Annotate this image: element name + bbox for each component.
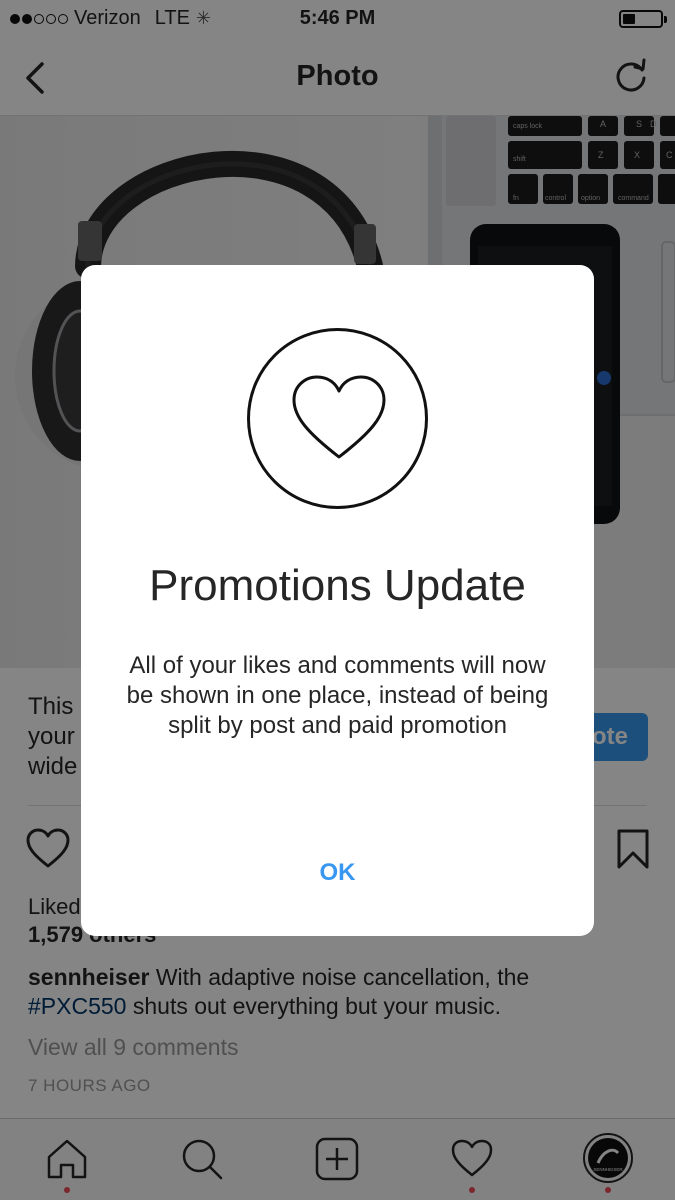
ok-button[interactable]: OK [81, 859, 594, 887]
heart-icon [292, 375, 386, 459]
promotions-update-dialog: Promotions Update All of your likes and … [81, 265, 594, 936]
heart-circle-badge [247, 328, 428, 509]
dialog-message: All of your likes and comments will now … [126, 652, 549, 739]
dialog-title: Promotions Update [149, 561, 526, 610]
